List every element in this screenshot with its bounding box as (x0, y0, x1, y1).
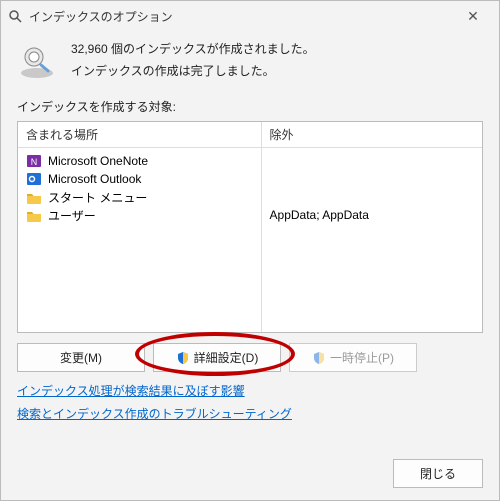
pause-button: 一時停止(P) (289, 343, 417, 372)
column-header-excluded[interactable]: 除外 (262, 122, 482, 148)
link-troubleshoot[interactable]: 検索とインデックス作成のトラブルシューティング (17, 405, 483, 422)
onenote-icon: N (26, 153, 42, 169)
column-header-included[interactable]: 含まれる場所 (18, 122, 261, 148)
included-locations-list: 含まれる場所 N Microsoft OneNote Microsoft Outlo… (17, 121, 483, 333)
pause-button-label: 一時停止(P) (330, 349, 394, 366)
indexing-title-icon (7, 8, 23, 24)
exclude-text: AppData; AppData (270, 208, 369, 222)
index-complete: インデックスの作成は完了しました。 (71, 61, 483, 83)
help-links: インデックス処理が検索結果に及ぼす影響 検索とインデックス作成のトラブルシューテ… (1, 376, 499, 430)
list-item-exclude (262, 152, 482, 170)
uac-shield-icon (176, 351, 190, 365)
modify-button[interactable]: 変更(M) (17, 343, 145, 372)
list-item-exclude: AppData; AppData (262, 206, 482, 224)
list-item-label: スタート メニュー (48, 189, 147, 206)
list-item-exclude (262, 170, 482, 188)
button-row: 変更(M) 詳細設定(D) 一時停止(P) (1, 333, 499, 376)
index-count: 32,960 個のインデックスが作成されました。 (71, 39, 483, 61)
list-item[interactable]: ユーザー (18, 206, 261, 224)
close-button[interactable]: ✕ (453, 8, 493, 25)
targets-label: インデックスを作成する対象: (1, 90, 499, 121)
svg-text:N: N (31, 157, 38, 167)
footer: 閉じる (1, 451, 499, 500)
folder-icon (26, 207, 42, 223)
list-item[interactable]: N Microsoft OneNote (18, 152, 261, 170)
folder-icon (26, 189, 42, 205)
indexing-options-dialog: インデックスのオプション ✕ 32,960 個のインデックスが作成されました。 … (0, 0, 500, 501)
titlebar: インデックスのオプション ✕ (1, 1, 499, 31)
advanced-button[interactable]: 詳細設定(D) (153, 343, 281, 372)
index-status-icon (17, 41, 57, 81)
list-item-exclude (262, 188, 482, 206)
advanced-button-label: 詳細設定(D) (194, 349, 259, 366)
list-item[interactable]: スタート メニュー (18, 188, 261, 206)
outlook-icon (26, 171, 42, 187)
column-body-included[interactable]: N Microsoft OneNote Microsoft Outlook スタート … (18, 148, 261, 332)
list-item-label: Microsoft OneNote (48, 154, 148, 168)
window-title: インデックスのオプション (29, 8, 453, 25)
uac-shield-icon (312, 351, 326, 365)
list-item-label: ユーザー (48, 207, 96, 224)
list-item-label: Microsoft Outlook (48, 172, 141, 186)
status-area: 32,960 個のインデックスが作成されました。 インデックスの作成は完了しまし… (1, 31, 499, 90)
status-text: 32,960 個のインデックスが作成されました。 インデックスの作成は完了しまし… (71, 37, 483, 82)
link-index-affects-search[interactable]: インデックス処理が検索結果に及ぼす影響 (17, 382, 483, 399)
list-item[interactable]: Microsoft Outlook (18, 170, 261, 188)
close-dialog-button[interactable]: 閉じる (393, 459, 483, 488)
column-body-excluded[interactable]: AppData; AppData (262, 148, 482, 332)
